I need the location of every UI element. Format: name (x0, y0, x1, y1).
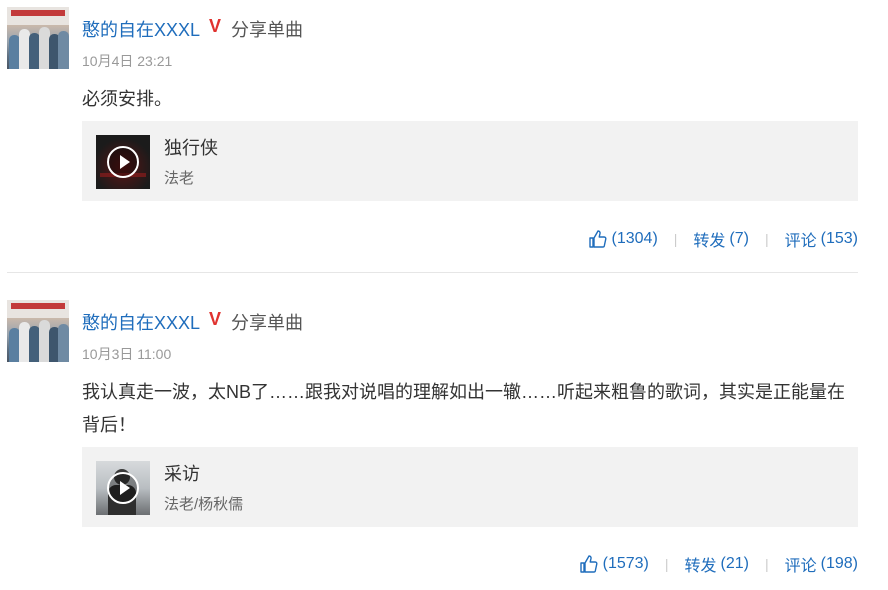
repost-label: 转发 (693, 233, 726, 250)
post-time[interactable]: 10月4日 23:21 (82, 51, 172, 71)
post-divider (7, 272, 858, 273)
like-count: (1304) (611, 230, 658, 247)
repost-button[interactable]: 转发 (7) (693, 227, 749, 251)
song-cover[interactable] (96, 135, 150, 189)
repost-count: (7) (729, 230, 749, 247)
repost-label: 转发 (684, 558, 717, 575)
comment-button[interactable]: 评论 (198) (785, 552, 858, 576)
verified-v-icon: V (209, 309, 222, 329)
verified-v-icon: V (209, 16, 222, 36)
song-artist[interactable]: 法老 (164, 167, 194, 188)
avatar[interactable] (7, 300, 69, 362)
comment-count: (198) (820, 555, 858, 572)
like-button[interactable]: (1573) (579, 554, 649, 574)
post-content: 我认真走一波，太NB了……跟我对说唱的理解如出一辙……听起来粗鲁的歌词，其实是正… (82, 382, 846, 435)
song-artist[interactable]: 法老/杨秋儒 (164, 493, 243, 514)
separator: | (764, 231, 769, 247)
post-actions: (1573) | 转发 (21) | 评论 (198) (579, 552, 858, 576)
thumbs-up-icon (588, 230, 607, 248)
post-time[interactable]: 10月3日 11:00 (82, 344, 171, 364)
separator: | (673, 231, 678, 247)
song-title[interactable]: 独行侠 (164, 134, 218, 160)
song-title[interactable]: 采访 (164, 460, 200, 486)
username-link[interactable]: 憨的自在XXXL (82, 16, 200, 42)
comment-label: 评论 (784, 233, 817, 250)
comment-count: (153) (820, 230, 858, 247)
share-action-label: 分享单曲 (231, 313, 303, 333)
separator: | (664, 556, 669, 572)
repost-button[interactable]: 转发 (21) (685, 552, 749, 576)
post-content: 必须安排。 (82, 89, 172, 109)
comment-button[interactable]: 评论 (153) (785, 227, 858, 251)
like-button[interactable]: (1304) (588, 229, 658, 249)
song-cover[interactable] (96, 461, 150, 515)
comment-label: 评论 (784, 558, 817, 575)
avatar[interactable] (7, 7, 69, 69)
song-card[interactable]: 采访 法老/杨秋儒 (82, 447, 858, 527)
post-actions: (1304) | 转发 (7) | 评论 (153) (588, 227, 858, 251)
play-icon[interactable] (107, 472, 139, 504)
like-count: (1573) (602, 555, 649, 572)
share-action-label: 分享单曲 (231, 20, 303, 40)
separator: | (764, 556, 769, 572)
play-icon[interactable] (107, 146, 139, 178)
thumbs-up-icon (579, 555, 598, 573)
username-link[interactable]: 憨的自在XXXL (82, 309, 200, 335)
song-card[interactable]: 独行侠 法老 (82, 121, 858, 201)
repost-count: (21) (720, 555, 749, 572)
